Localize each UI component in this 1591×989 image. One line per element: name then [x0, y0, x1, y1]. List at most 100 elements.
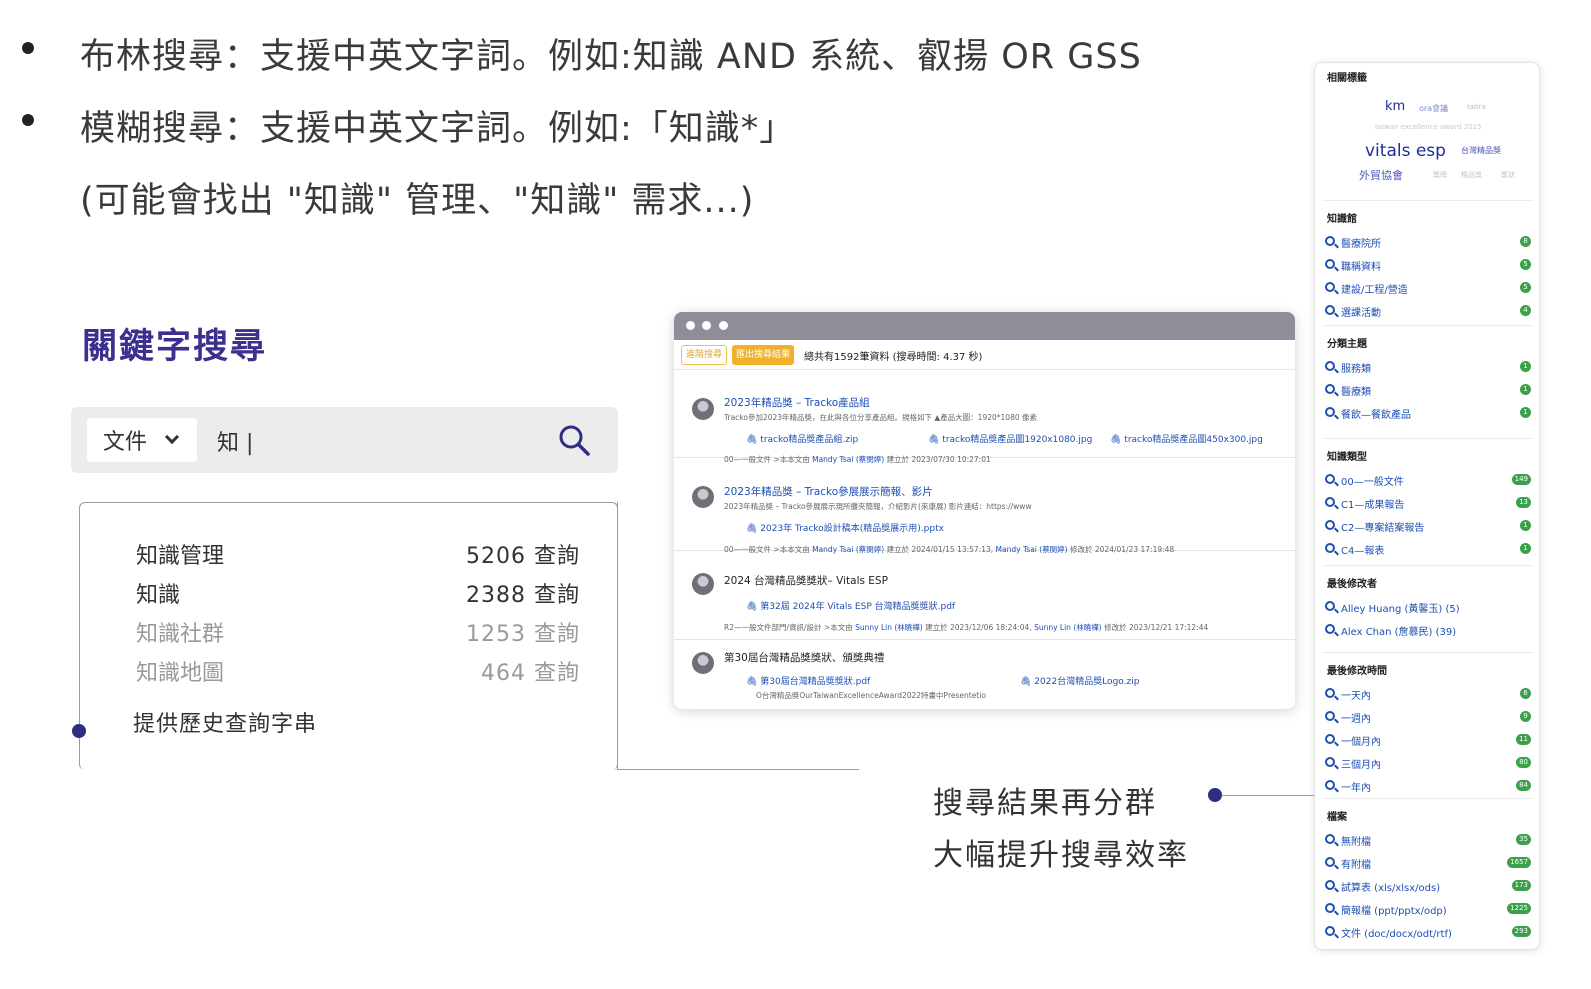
- facet-divider: [1323, 565, 1533, 566]
- facet-item[interactable]: 無附檔 35: [1325, 833, 1531, 848]
- facet-item-label: Alley Huang (黃馨玉) (5): [1341, 604, 1460, 615]
- facet-item[interactable]: C1—成果報告 13: [1325, 496, 1531, 511]
- result-description: 2023年精品獎 – Tracko參展展示現所攤夾簡報，介紹影片(來康展) 影片…: [724, 502, 1032, 511]
- facet-item[interactable]: 醫療院所 8: [1325, 235, 1531, 250]
- search-icon: [1325, 407, 1335, 417]
- related-tag[interactable]: vitals esp: [1365, 141, 1446, 161]
- facet-heading: 最後修改者: [1327, 579, 1377, 590]
- result-title[interactable]: 2024 台灣精品獎獎狀– Vitals ESP: [724, 573, 888, 588]
- related-tag[interactable]: taitra: [1467, 103, 1486, 111]
- search-icon: [1325, 520, 1335, 530]
- facet-divider: [1323, 200, 1533, 201]
- suggestion-term: 知識管理: [136, 544, 225, 569]
- facet-item[interactable]: 有附檔 1657: [1325, 856, 1531, 871]
- related-tag[interactable]: km: [1385, 99, 1405, 114]
- result-title[interactable]: 第30屆台灣精品獎獎狀、頒獎典禮: [724, 650, 884, 665]
- count-badge: 80: [1516, 757, 1531, 768]
- facet-heading: 檔案: [1327, 812, 1347, 823]
- suggestion-count: 5206 查詢: [466, 544, 580, 569]
- count-badge: 1225: [1507, 903, 1531, 914]
- attachment-link[interactable]: 🖇 第30屆台灣精品獎獎狀.pdf: [746, 674, 870, 687]
- facet-item-label: 一年內: [1341, 783, 1371, 794]
- suggestion-term: 知識社群: [136, 622, 225, 647]
- facet-item[interactable]: Alley Huang (黃馨玉) (5): [1325, 600, 1531, 615]
- result-total: 總共有1592筆資料 (搜尋時間: 4.37 秒): [804, 352, 983, 363]
- attachment-link[interactable]: 🖇 tracko精品獎產品圖1920x1080.jpg: [928, 432, 1092, 445]
- count-badge: 35: [1516, 834, 1531, 845]
- advanced-search-button[interactable]: 進階搜尋: [681, 345, 728, 365]
- count-badge: 1: [1520, 520, 1531, 531]
- facet-divider: [1323, 798, 1533, 799]
- facet-item-label: C1—成果報告: [1341, 500, 1405, 511]
- facet-item-label: 簡報檔 (ppt/pptx/odp): [1341, 906, 1447, 917]
- facet-item[interactable]: 選課活動 4: [1325, 304, 1531, 319]
- suggestion-term: 知識: [136, 583, 181, 608]
- facet-divider: [1323, 325, 1533, 326]
- facet-item[interactable]: C4—報表 1: [1325, 542, 1531, 557]
- facet-item[interactable]: 建設/工程/營造 5: [1325, 281, 1531, 296]
- related-tag[interactable]: 外貿協會: [1359, 167, 1403, 183]
- facet-item-label: 一個月內: [1341, 737, 1381, 748]
- facet-item[interactable]: 一年內 84: [1325, 779, 1531, 794]
- facet-item[interactable]: 一天內 6: [1325, 687, 1531, 702]
- result-meta: R2—一般文件部門/資訊/設計 >本文由 Sunny Lin (林曉樺) 建立於…: [724, 623, 1209, 632]
- facet-item[interactable]: 餐飲—餐飲產品 1: [1325, 406, 1531, 421]
- suggestion-item[interactable]: 知識管理 5206 查詢: [136, 538, 580, 570]
- attachment-link[interactable]: 🖇 第32屆 2024年 Vitals ESP 台灣精品獎獎狀.pdf: [746, 599, 955, 612]
- related-tag[interactable]: 精品獎: [1461, 170, 1482, 180]
- attachment-link[interactable]: 🖇 tracko精品獎產品組.zip: [746, 432, 858, 445]
- facet-item[interactable]: C2—專案結案報告 1: [1325, 519, 1531, 534]
- search-icon: [1325, 236, 1335, 246]
- suggestion-item[interactable]: 知識 2388 查詢: [136, 577, 580, 609]
- bullet-dot: [22, 114, 34, 126]
- annotation-dot: [72, 724, 86, 738]
- suggestion-item[interactable]: 知識社群 1253 查詢: [136, 616, 580, 648]
- window-dot: [686, 321, 695, 330]
- facet-item[interactable]: 00—一般文件 149: [1325, 473, 1531, 488]
- count-badge: 5: [1520, 282, 1531, 293]
- facet-item[interactable]: 三個月內 80: [1325, 756, 1531, 771]
- paperclip-icon: 🖇: [746, 602, 761, 612]
- facet-divider: [1323, 438, 1533, 439]
- search-icon: [1325, 926, 1335, 936]
- bullet-dot: [22, 42, 34, 54]
- facet-item[interactable]: 醫療類 1: [1325, 383, 1531, 398]
- facet-item[interactable]: Alex Chan (詹慕民) (39): [1325, 623, 1531, 638]
- result-item: 2023年精品獎 – Tracko產品組 Tracko參加2023年精品獎，在此…: [674, 370, 1295, 464]
- search-icon: [1325, 834, 1335, 844]
- facet-item[interactable]: 簡報檔 (ppt/pptx/odp) 1225: [1325, 902, 1531, 917]
- facet-item[interactable]: 一個月內 11: [1325, 733, 1531, 748]
- scope-label: 文件: [103, 430, 148, 455]
- facet-heading: 分類主題: [1327, 339, 1367, 350]
- facet-item[interactable]: 文件 (doc/docx/odt/rtf) 293: [1325, 925, 1531, 940]
- result-title[interactable]: 2023年精品獎 – Tracko產品組: [724, 395, 870, 410]
- facet-item[interactable]: 職稱資料 5: [1325, 258, 1531, 273]
- related-tag[interactable]: 台灣精品獎: [1461, 145, 1501, 156]
- search-icon[interactable]: [557, 423, 591, 457]
- suggestion-item[interactable]: 知識地圖 464 查詢: [136, 655, 580, 687]
- facet-item-label: Alex Chan (詹慕民) (39): [1341, 627, 1457, 638]
- author-link[interactable]: Sunny Lin (林曉樺): [855, 623, 923, 632]
- count-badge: 9: [1520, 711, 1531, 722]
- search-icon: [1325, 903, 1335, 913]
- scope-dropdown[interactable]: 文件: [87, 418, 197, 462]
- attachment-link[interactable]: 🖇 2023年 Tracko設計稿本(精品獎展示用).pptx: [746, 521, 944, 534]
- attachment-link[interactable]: 🖇 2022台灣精品獎Logo.zip: [1020, 674, 1139, 687]
- related-tag[interactable]: 獎狀: [1501, 170, 1515, 180]
- facet-item[interactable]: 一週內 9: [1325, 710, 1531, 725]
- results-toolbar: 進階搜尋 匯出搜尋結果 總共有1592筆資料 (搜尋時間: 4.37 秒): [674, 340, 1295, 370]
- facet-item[interactable]: 服務類 1: [1325, 360, 1531, 375]
- facet-item[interactable]: 試算表 (xls/xlsx/ods) 173: [1325, 879, 1531, 894]
- facet-heading: 最後修改時間: [1327, 666, 1387, 677]
- related-tag[interactable]: 獎牌: [1433, 170, 1447, 180]
- chevron-down-icon: [164, 429, 180, 445]
- editor-link[interactable]: Sunny Lin (林曉樺): [1034, 623, 1102, 632]
- result-title[interactable]: 2023年精品獎 – Tracko參展展示簡報、影片: [724, 484, 933, 499]
- search-icon: [1325, 259, 1335, 269]
- suggestion-count: 2388 查詢: [466, 583, 580, 608]
- export-results-button[interactable]: 匯出搜尋結果: [732, 345, 795, 365]
- related-tag[interactable]: ora會議: [1419, 103, 1448, 114]
- attachment-link[interactable]: 🖇 tracko精品獎產品圖450x300.jpg: [1110, 432, 1263, 445]
- search-input[interactable]: 知 |: [217, 425, 253, 457]
- related-tag[interactable]: taiwan excellence award 2015: [1375, 123, 1482, 131]
